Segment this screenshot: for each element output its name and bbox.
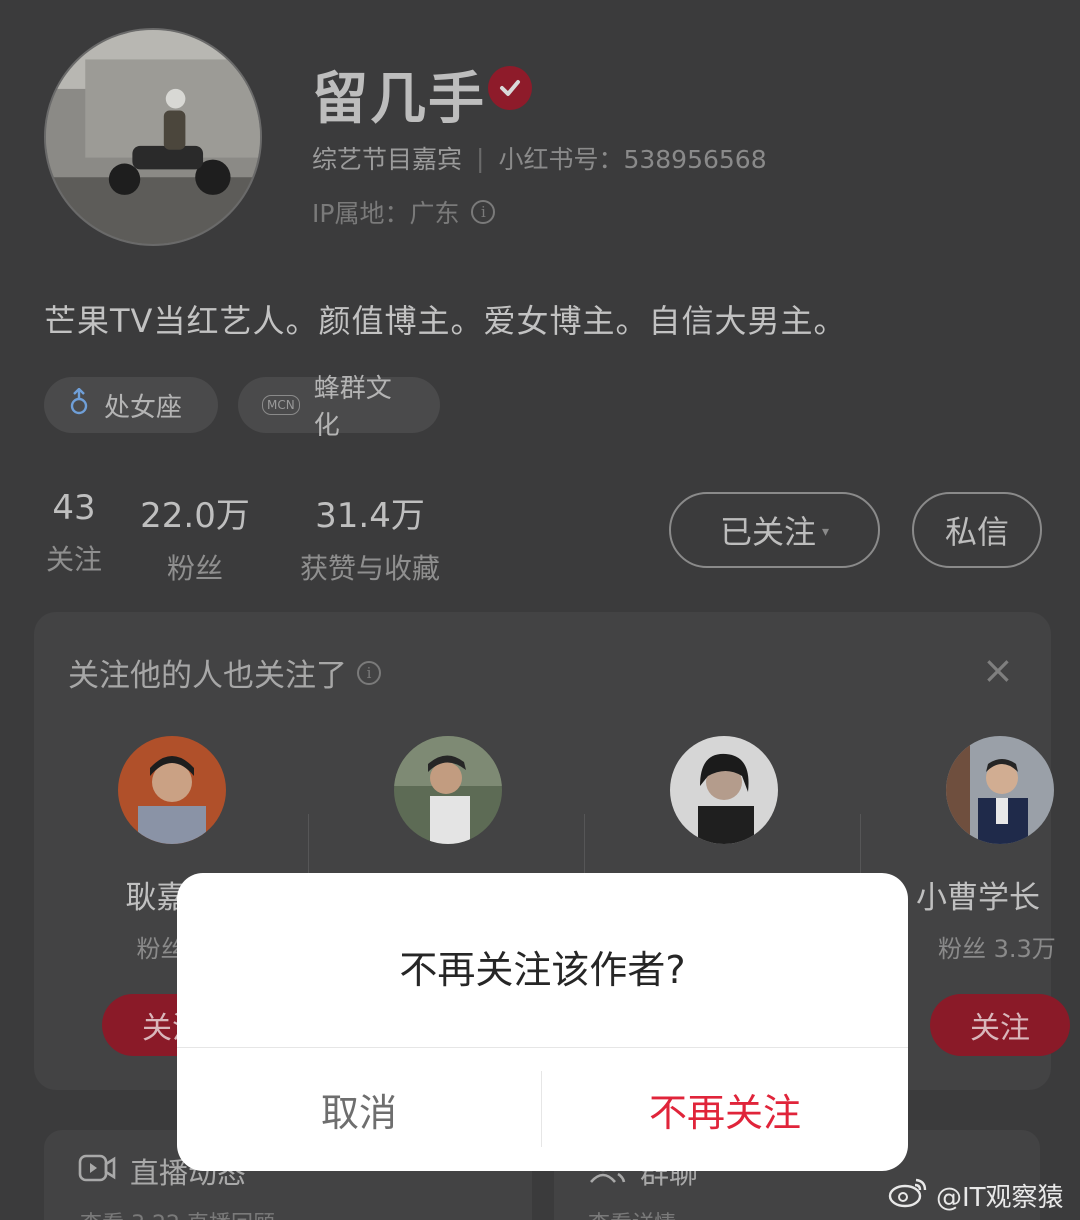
message-button[interactable]: 私信 (912, 492, 1042, 568)
profile-name: 留几手 (312, 67, 486, 132)
stat-following-label: 关注 (45, 543, 102, 576)
profile-id: 小红书号：538956568 (498, 145, 767, 174)
following-label: 已关注 (719, 513, 816, 551)
recommend-user[interactable] (586, 736, 862, 872)
profile-avatar[interactable] (44, 28, 262, 246)
profile-tag: 综艺节目嘉宾 (312, 145, 463, 174)
recommend-header: 关注他的人也关注了 i (68, 650, 381, 695)
recommend-user-fans: 粉丝 3.3万 (938, 935, 1056, 963)
recommend-user[interactable] (310, 736, 586, 872)
mcn-icon: MCN (262, 395, 300, 415)
recommend-title: 关注他的人也关注了 (68, 658, 347, 694)
watermark: @IT观察猿 (888, 1176, 1064, 1215)
live-subtitle: 查看 3.22 直播回顾 (80, 1206, 275, 1220)
stat-fans-value: 22.0万 (140, 496, 250, 536)
stat-following[interactable]: 43 关注 (40, 488, 108, 578)
avatar[interactable] (394, 736, 502, 844)
follow-button[interactable]: 关注 (930, 994, 1070, 1056)
avatar[interactable] (118, 736, 226, 844)
stat-following-value: 43 (52, 488, 96, 528)
cancel-button[interactable]: 取消 (177, 1048, 541, 1171)
chevron-down-icon: ▾ (821, 524, 830, 540)
zodiac-label: 处女座 (104, 392, 183, 423)
stat-fans-label: 粉丝 (166, 552, 223, 585)
profile-bio: 芒果TV当红艺人。颜值博主。爱女博主。自信大男主。 (44, 302, 847, 340)
dialog-title: 不再关注该作者? (399, 948, 686, 992)
stat-likes-value: 31.4万 (315, 496, 425, 536)
video-camera-icon (78, 1152, 116, 1191)
weibo-logo-icon (888, 1176, 928, 1215)
group-subtitle: 查看详情 (588, 1206, 676, 1220)
avatar[interactable] (946, 736, 1054, 844)
following-button[interactable]: 已关注 ▾ (669, 492, 880, 568)
stat-likes-label: 获赞与收藏 (299, 552, 440, 585)
recommend-user-name: 小曹学长 (916, 880, 1040, 916)
motorcycle-photo (46, 30, 260, 244)
unfollow-dialog: 不再关注该作者? 取消 不再关注 (177, 873, 908, 1171)
male-symbol-icon (68, 386, 90, 423)
avatar[interactable] (670, 736, 778, 844)
watermark-text: @IT观察猿 (936, 1183, 1064, 1213)
close-icon[interactable]: × (982, 651, 1014, 689)
verified-badge-icon (488, 66, 532, 110)
unfollow-button[interactable]: 不再关注 (542, 1048, 908, 1171)
ip-label: IP属地：广东 (312, 199, 460, 228)
mcn-chip[interactable]: MCN 蜂群文化 (238, 374, 440, 441)
meta-separator: | (476, 143, 485, 173)
info-icon[interactable]: i (357, 660, 381, 685)
ip-location: IP属地：广东 i (312, 194, 496, 230)
mcn-label: 蜂群文化 (313, 374, 392, 441)
profile-meta: 综艺节目嘉宾 | 小红书号：538956568 (312, 140, 767, 176)
stat-likes[interactable]: 31.4万 获赞与收藏 (288, 488, 452, 587)
profile-page: 留几手 综艺节目嘉宾 | 小红书号：538956568 IP属地：广东 i 芒果… (0, 0, 1080, 1220)
info-icon[interactable]: i (471, 200, 496, 224)
stat-fans[interactable]: 22.0万 粉丝 (140, 488, 250, 587)
zodiac-chip[interactable]: 处女座 (44, 377, 218, 433)
